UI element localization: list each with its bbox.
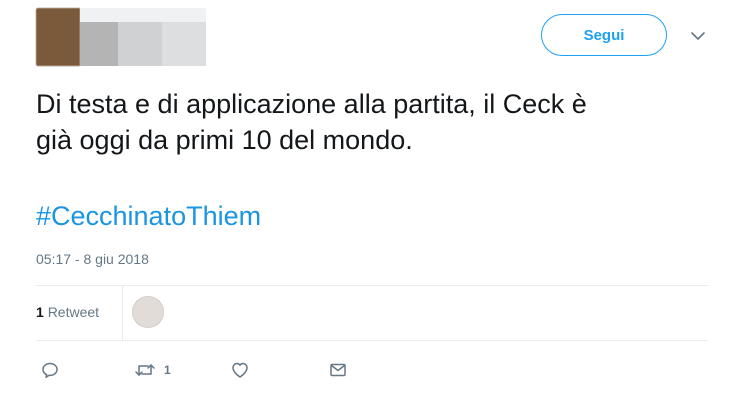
divider: [36, 340, 708, 341]
blurred-name-block: [118, 22, 162, 66]
blurred-name-top: [80, 8, 206, 22]
tweet-timestamp[interactable]: 05:17 - 8 giu 2018: [36, 251, 149, 267]
tweet-card: Segui Di testa e di applicazione alla pa…: [0, 0, 736, 409]
follow-button[interactable]: Segui: [541, 14, 667, 56]
avatar[interactable]: [36, 8, 80, 66]
hashtag-link[interactable]: #CecchinatoThiem: [36, 198, 261, 234]
retweet-icon: [134, 360, 156, 380]
direct-message-button[interactable]: [328, 358, 348, 382]
retweet-stat-label: Retweet: [47, 304, 100, 320]
reply-button[interactable]: [40, 358, 60, 382]
blurred-user-info: [36, 8, 214, 66]
like-button[interactable]: [230, 358, 250, 382]
chevron-down-icon[interactable]: [688, 28, 708, 44]
tweet-stats: 1 Retweet: [36, 286, 708, 340]
heart-icon: [230, 360, 250, 380]
tweet-actions: 1: [36, 358, 708, 382]
tweet-text: Di testa e di applicazione alla partita,…: [36, 89, 587, 155]
retweet-stat[interactable]: 1 Retweet: [36, 304, 99, 320]
retweeter-avatar[interactable]: [132, 296, 164, 328]
blurred-name-block: [162, 22, 206, 66]
stats-separator: [122, 286, 123, 340]
envelope-icon: [328, 360, 348, 380]
retweet-count: 1: [164, 363, 171, 377]
reply-icon: [40, 360, 60, 380]
retweet-stat-count: 1: [36, 304, 44, 320]
blurred-name-block: [80, 22, 118, 66]
retweet-button[interactable]: 1: [134, 358, 171, 382]
